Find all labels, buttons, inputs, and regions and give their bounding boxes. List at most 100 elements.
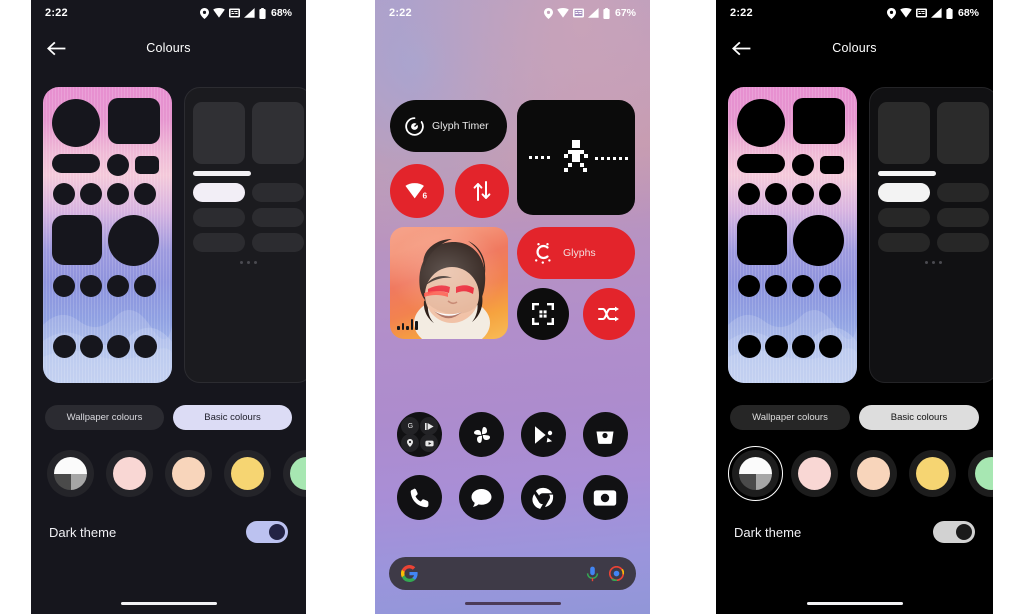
gesture-nav-bar[interactable]	[806, 601, 903, 605]
page-dot	[254, 261, 257, 264]
swatch-green[interactable]	[968, 450, 993, 497]
glyphs-widget[interactable]: Glyphs	[517, 227, 635, 279]
gesture-nav-bar[interactable]	[120, 601, 217, 605]
signal-bars-icon	[587, 8, 599, 18]
dark-theme-toggle[interactable]	[246, 521, 288, 543]
equalizer-icon	[397, 319, 418, 330]
dark-theme-row: Dark theme	[31, 497, 306, 543]
app-bar: Colours	[716, 26, 993, 70]
swatch-yellow[interactable]	[224, 450, 271, 497]
icon-preview-card[interactable]	[869, 87, 993, 383]
photos-app-icon[interactable]	[459, 412, 505, 457]
preview-pill	[878, 208, 930, 227]
preview-row	[31, 70, 306, 383]
preview-widget-box	[878, 102, 930, 164]
mobile-data-shortcut[interactable]	[455, 164, 509, 218]
back-arrow-icon[interactable]	[43, 35, 69, 61]
preview-pill	[193, 233, 245, 252]
microphone-icon[interactable]	[586, 566, 599, 582]
colour-swatch-row	[716, 430, 993, 501]
app-grid: G	[375, 412, 650, 538]
status-bar: 2:22 68%	[31, 0, 306, 26]
tab-basic-colours[interactable]: Basic colours	[859, 405, 979, 430]
battery-percent: 68%	[270, 7, 292, 19]
preview-progress-bar	[878, 171, 936, 176]
status-bar: 2:22 67%	[375, 0, 650, 26]
status-icons: 67%	[543, 7, 636, 19]
page-dot	[240, 261, 243, 264]
dark-theme-row: Dark theme	[716, 497, 993, 543]
gesture-nav-bar[interactable]	[464, 601, 561, 605]
tab-basic-colours[interactable]: Basic colours	[173, 405, 292, 430]
icon-preview-card[interactable]	[184, 87, 306, 383]
google-lens-icon[interactable]	[609, 566, 624, 581]
preview-pill	[937, 233, 989, 252]
page-dot	[247, 261, 250, 264]
page-title: Colours	[146, 41, 191, 55]
battery-percent: 68%	[957, 7, 979, 19]
swatch-pink[interactable]	[106, 450, 153, 497]
swatch-peach[interactable]	[165, 450, 212, 497]
wallpaper-preview-card[interactable]	[728, 87, 857, 383]
back-arrow-icon[interactable]	[728, 35, 754, 61]
qr-code-icon	[532, 303, 554, 325]
app-bar: Colours	[31, 26, 306, 70]
status-icons: 68%	[886, 7, 979, 19]
chrome-app-icon[interactable]	[520, 475, 566, 520]
camera-app-icon[interactable]	[582, 475, 628, 520]
photo-widget[interactable]	[390, 227, 508, 339]
location-icon	[886, 7, 896, 19]
preview-widget-box	[193, 102, 245, 164]
preview-pill	[937, 208, 989, 227]
swatch-monochrome[interactable]	[728, 446, 783, 501]
sim-card-icon	[572, 8, 584, 18]
battery-icon	[259, 7, 266, 19]
preview-pill	[252, 183, 304, 202]
swatch-monochrome[interactable]	[47, 450, 94, 497]
preview-pill	[252, 208, 304, 227]
tab-wallpaper-colours[interactable]: Wallpaper colours	[730, 405, 850, 430]
play-store-app-icon[interactable]	[520, 412, 566, 457]
status-time: 2:22	[389, 7, 412, 19]
wifi-toggle-shortcut[interactable]: 6	[390, 164, 444, 218]
page-dot	[939, 261, 942, 264]
colour-source-tabs: Wallpaper colours Basic colours	[716, 383, 993, 430]
swatch-green[interactable]	[283, 450, 306, 497]
glyph-matrix-widget[interactable]	[517, 100, 635, 215]
shuffle-shortcut[interactable]	[583, 288, 635, 340]
preview-progress-bar	[193, 171, 251, 176]
preview-widget-box	[937, 102, 989, 164]
swatch-peach[interactable]	[850, 450, 897, 497]
signal-bars-icon	[243, 8, 255, 18]
dark-theme-toggle[interactable]	[933, 521, 975, 543]
preview-pill	[878, 233, 930, 252]
shuffle-icon	[598, 306, 619, 322]
screenshot-canvas: 2:22 68% Colours Wallpaper colours Basic…	[0, 0, 1024, 614]
swatch-yellow[interactable]	[909, 450, 956, 497]
swatch-pink[interactable]	[791, 450, 838, 497]
page-title: Colours	[832, 41, 877, 55]
phone-app-icon[interactable]	[397, 475, 443, 520]
pinwheel-icon	[473, 426, 490, 443]
preview-pill	[937, 183, 989, 202]
phone-icon	[410, 488, 429, 507]
shop-app-icon[interactable]	[582, 412, 628, 457]
page-indicator	[878, 261, 989, 264]
messages-app-icon[interactable]	[459, 475, 505, 520]
glyph-timer-widget[interactable]: Glyph Timer	[390, 100, 507, 152]
svg-text:6: 6	[423, 190, 428, 200]
phone-panel-home-screen: 2:22 67% Glyph Timer 6 Glyphs G	[375, 0, 650, 614]
wallpaper-preview-card[interactable]	[43, 87, 172, 383]
camera-icon	[593, 489, 617, 506]
colour-source-tabs: Wallpaper colours Basic colours	[31, 383, 306, 430]
battery-icon	[946, 7, 953, 19]
status-time: 2:22	[730, 7, 753, 19]
pixel-figure-icon	[529, 140, 628, 172]
preview-pill	[252, 233, 304, 252]
app-row	[375, 475, 650, 520]
google-folder-icon[interactable]: G	[397, 412, 443, 457]
qr-scanner-shortcut[interactable]	[517, 288, 569, 340]
google-search-bar[interactable]	[389, 557, 636, 590]
chrome-icon	[532, 487, 553, 509]
tab-wallpaper-colours[interactable]: Wallpaper colours	[45, 405, 164, 430]
